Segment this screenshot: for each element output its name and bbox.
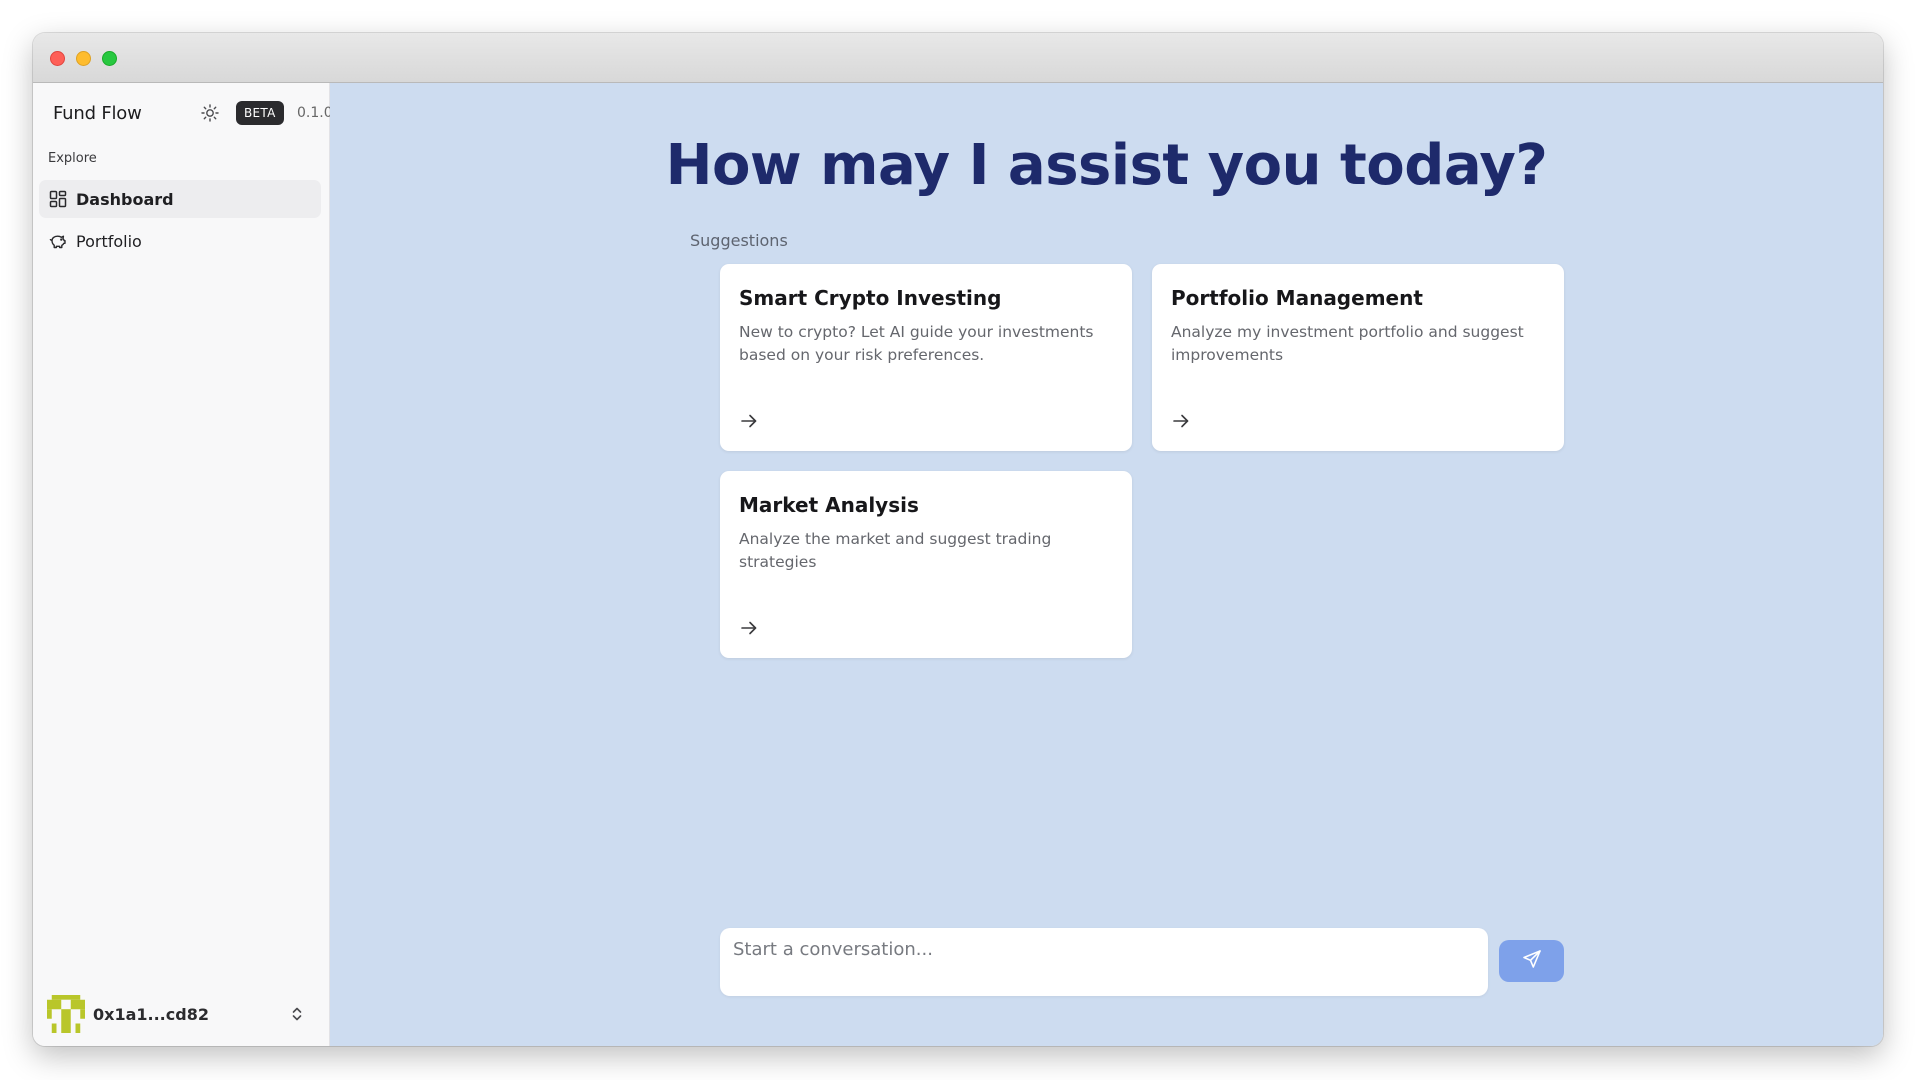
arrow-right-icon [739, 618, 759, 638]
card-description: Analyze the market and suggest trading s… [739, 530, 1052, 571]
avatar [47, 995, 85, 1033]
sidebar: Fund Flow BETA 0.1.0 Explore Dashboard P… [33, 83, 333, 1046]
section-label-explore: Explore [48, 151, 97, 166]
window-close-button[interactable] [50, 51, 65, 66]
suggestion-card-portfolio-management[interactable]: Portfolio Management Analyze my investme… [1152, 264, 1564, 451]
card-title: Market Analysis [739, 493, 919, 517]
window-minimize-button[interactable] [76, 51, 91, 66]
sidebar-item-label: Portfolio [76, 231, 142, 251]
suggestion-card-smart-crypto[interactable]: Smart Crypto Investing New to crypto? Le… [720, 264, 1132, 451]
dashboard-icon [49, 190, 67, 208]
wallet-selector[interactable]: 0x1a1...cd82 [47, 994, 317, 1034]
arrow-right-icon [1171, 411, 1191, 431]
sidebar-item-portfolio[interactable]: Portfolio [39, 222, 321, 260]
card-title: Smart Crypto Investing [739, 286, 1002, 310]
suggestions-label: Suggestions [690, 231, 788, 250]
sidebar-item-dashboard[interactable]: Dashboard [39, 180, 321, 218]
page-title: How may I assist you today? [665, 133, 1548, 198]
beta-badge: BETA [236, 101, 284, 125]
send-icon [1522, 949, 1542, 973]
send-button[interactable] [1499, 940, 1564, 982]
chat-input[interactable] [720, 928, 1488, 996]
sidebar-item-label: Dashboard [76, 189, 174, 209]
sidebar-header: Fund Flow BETA 0.1.0 [53, 97, 333, 129]
card-description: New to crypto? Let AI guide your investm… [739, 323, 1094, 364]
main-content: How may I assist you today? Suggestions … [330, 83, 1883, 1046]
sun-icon[interactable] [201, 104, 219, 122]
chevron-updown-icon [289, 1004, 305, 1024]
card-title: Portfolio Management [1171, 286, 1423, 310]
suggestion-card-market-analysis[interactable]: Market Analysis Analyze the market and s… [720, 471, 1132, 658]
window-maximize-button[interactable] [102, 51, 117, 66]
wallet-address: 0x1a1...cd82 [93, 1004, 209, 1024]
chat-input-container [720, 928, 1488, 996]
version-label: 0.1.0 [297, 105, 333, 121]
app-name: Fund Flow [53, 102, 142, 124]
card-description: Analyze my investment portfolio and sugg… [1171, 323, 1524, 364]
app-window: Fund Flow BETA 0.1.0 Explore Dashboard P… [33, 33, 1883, 1046]
title-bar [33, 33, 1883, 83]
arrow-right-icon [739, 411, 759, 431]
piggy-bank-icon [49, 232, 67, 250]
